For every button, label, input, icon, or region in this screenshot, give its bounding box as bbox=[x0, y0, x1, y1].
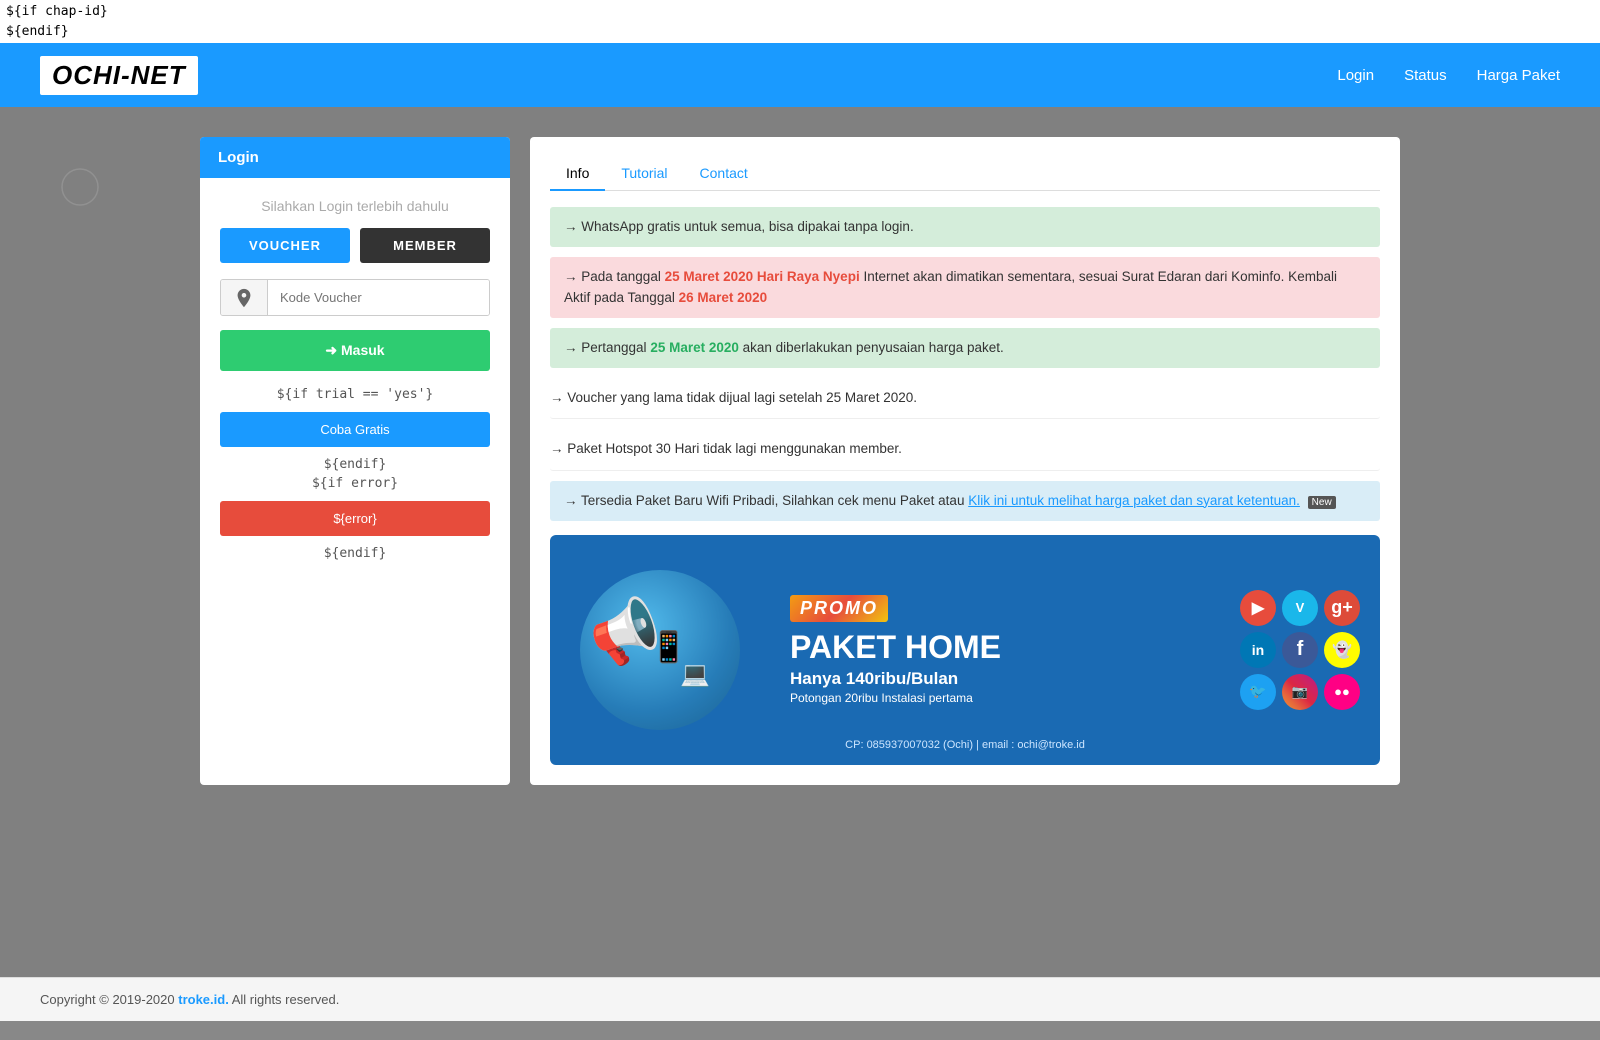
header-nav: Login Status Harga Paket bbox=[1337, 67, 1560, 84]
coba-gratis-button[interactable]: Coba Gratis bbox=[220, 412, 490, 447]
footer: Copyright © 2019-2020 troke.id. All righ… bbox=[0, 977, 1600, 1021]
snapchat-icon: 👻 bbox=[1324, 632, 1360, 668]
voucher-button[interactable]: VOUCHER bbox=[220, 228, 350, 263]
template-endif-1: ${endif} bbox=[220, 457, 490, 472]
promo-inner: 📢 📱 💻 PROMO PAKET HOME Hanya 140ribu/Bul… bbox=[550, 535, 1380, 765]
instagram-icon: 📷 bbox=[1282, 674, 1318, 710]
login-panel-body: Silahkan Login terlebih dahulu VOUCHER M… bbox=[200, 178, 510, 585]
template-endif-2: ${endif} bbox=[220, 546, 490, 561]
promo-desc: Potongan 20ribu Instalasi pertama bbox=[790, 691, 1230, 705]
template-if-error: ${if error} bbox=[220, 476, 490, 491]
linkedin-icon: in bbox=[1240, 632, 1276, 668]
info-harga-text: → Pertanggal 25 Maret 2020 akan diberlak… bbox=[564, 340, 1004, 355]
promo-text: PROMO PAKET HOME Hanya 140ribu/Bulan Pot… bbox=[770, 595, 1230, 705]
content-area: Login Silahkan Login terlebih dahulu VOU… bbox=[200, 137, 1400, 785]
tab-tutorial[interactable]: Tutorial bbox=[605, 157, 683, 191]
nav-status[interactable]: Status bbox=[1404, 67, 1447, 84]
login-panel-header: Login bbox=[200, 137, 510, 178]
info-item-wifi-pribadi: → Tersedia Paket Baru Wifi Pribadi, Sila… bbox=[550, 481, 1380, 521]
info-voucher-text: → Voucher yang lama tidak dijual lagi se… bbox=[550, 390, 917, 405]
info-tabs: Info Tutorial Contact bbox=[550, 157, 1380, 191]
info-item-harga: → Pertanggal 25 Maret 2020 akan diberlak… bbox=[550, 328, 1380, 368]
promo-banner: 📢 📱 💻 PROMO PAKET HOME Hanya 140ribu/Bul… bbox=[550, 535, 1380, 765]
footer-link[interactable]: troke.id. bbox=[178, 992, 229, 1007]
info-item-hotspot: → Paket Hotspot 30 Hari tidak lagi mengg… bbox=[550, 429, 1380, 470]
promo-graphic: 📢 📱 💻 bbox=[570, 560, 770, 740]
promo-subtitle: Hanya 140ribu/Bulan bbox=[790, 669, 1230, 689]
site-logo: OCHI-NET bbox=[40, 56, 198, 95]
twitter-icon: 🐦 bbox=[1240, 674, 1276, 710]
facebook-icon: f bbox=[1282, 632, 1318, 668]
youtube-icon: ▶ bbox=[1240, 590, 1276, 626]
info-item-voucher: → Voucher yang lama tidak dijual lagi se… bbox=[550, 378, 1380, 419]
vimeo-icon: V bbox=[1282, 590, 1318, 626]
template-line-1: ${if chap-id} bbox=[6, 2, 1594, 22]
tab-info[interactable]: Info bbox=[550, 157, 605, 191]
template-if-trial: ${if trial == 'yes'} bbox=[220, 387, 490, 402]
info-whatsapp-text: → WhatsApp gratis untuk semua, bisa dipa… bbox=[564, 219, 914, 234]
social-row-3: 🐦 📷 ●● bbox=[1240, 674, 1360, 710]
login-panel: Login Silahkan Login terlebih dahulu VOU… bbox=[200, 137, 510, 785]
nav-login[interactable]: Login bbox=[1337, 67, 1374, 84]
template-line-2: ${endif} bbox=[6, 22, 1594, 42]
masuk-button[interactable]: ➜ Masuk bbox=[220, 330, 490, 371]
voucher-input-group bbox=[220, 279, 490, 316]
footer-text-before: Copyright © 2019-2020 bbox=[40, 992, 178, 1007]
social-icons: ▶ V g+ in f 👻 🐦 📷 ●● bbox=[1240, 590, 1360, 710]
header: OCHI-NET Login Status Harga Paket bbox=[0, 43, 1600, 107]
flickr-icon: ●● bbox=[1324, 674, 1360, 710]
social-row-2: in f 👻 bbox=[1240, 632, 1360, 668]
nav-harga-paket[interactable]: Harga Paket bbox=[1477, 67, 1560, 84]
error-button[interactable]: ${error} bbox=[220, 501, 490, 536]
login-hint: Silahkan Login terlebih dahulu bbox=[220, 198, 490, 214]
voucher-icon bbox=[221, 280, 268, 315]
template-code-block: ${if chap-id} ${endif} bbox=[0, 0, 1600, 43]
login-tabs: VOUCHER MEMBER bbox=[220, 228, 490, 263]
voucher-input[interactable] bbox=[268, 280, 489, 315]
member-button[interactable]: MEMBER bbox=[360, 228, 490, 263]
promo-title: PAKET HOME bbox=[790, 630, 1230, 665]
info-nyepi-text: → Pada tanggal 25 Maret 2020 Hari Raya N… bbox=[564, 269, 1337, 304]
promo-contact: CP: 085937007032 (Ochi) | email : ochi@t… bbox=[845, 739, 1085, 751]
footer-text-after: All rights reserved. bbox=[229, 992, 340, 1007]
laptop-icon: 💻 bbox=[680, 660, 710, 689]
googleplus-icon: g+ bbox=[1324, 590, 1360, 626]
wifi-link[interactable]: Klik ini untuk melihat harga paket dan s… bbox=[968, 493, 1300, 508]
new-badge: New bbox=[1308, 496, 1336, 509]
info-item-whatsapp: → WhatsApp gratis untuk semua, bisa dipa… bbox=[550, 207, 1380, 247]
main-background: Login Silahkan Login terlebih dahulu VOU… bbox=[0, 107, 1600, 977]
social-row-1: ▶ V g+ bbox=[1240, 590, 1360, 626]
promo-label: PROMO bbox=[790, 595, 888, 622]
info-panel: Info Tutorial Contact → WhatsApp gratis … bbox=[530, 137, 1400, 785]
info-item-nyepi: → Pada tanggal 25 Maret 2020 Hari Raya N… bbox=[550, 257, 1380, 318]
info-hotspot-text: → Paket Hotspot 30 Hari tidak lagi mengg… bbox=[550, 441, 902, 456]
info-wifi-text: → Tersedia Paket Baru Wifi Pribadi, Sila… bbox=[564, 493, 1336, 508]
tab-contact[interactable]: Contact bbox=[684, 157, 764, 191]
